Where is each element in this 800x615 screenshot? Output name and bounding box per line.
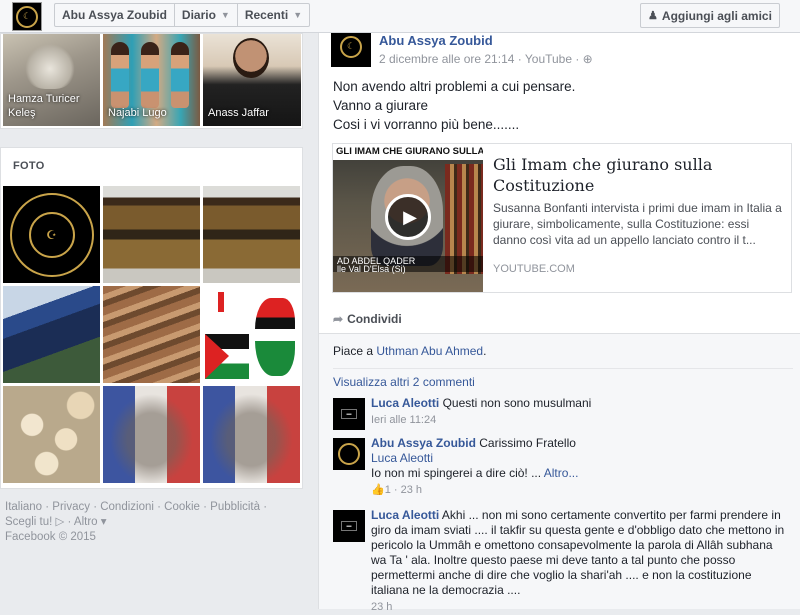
friend-name[interactable]: Hamza Turicer Keleş bbox=[8, 92, 93, 120]
emblem-icon bbox=[338, 443, 360, 465]
friend-photo bbox=[111, 42, 129, 108]
comment-body: Abu Assya Zoubid Carissimo Fratello Luca… bbox=[371, 436, 791, 498]
play-icon[interactable]: ▶ bbox=[385, 194, 431, 240]
chevron-down-icon: ▼ bbox=[220, 10, 230, 20]
avatar-icon: ▬ bbox=[341, 409, 357, 419]
avatar-icon: ▬ bbox=[341, 521, 357, 531]
recent-label: Recenti bbox=[244, 8, 289, 22]
post-text-line: Vanno a giurare bbox=[333, 98, 429, 113]
photo-thumbnail[interactable] bbox=[3, 286, 100, 383]
friend-name[interactable]: Anass Jaffar bbox=[208, 106, 269, 120]
friend-tile[interactable]: Anass Jaffar bbox=[203, 34, 301, 126]
photos-section: FOTO ☪ bbox=[0, 147, 303, 489]
recent-button[interactable]: Recenti ▼ bbox=[238, 4, 309, 26]
map-image bbox=[255, 298, 295, 376]
friend-tile[interactable]: Hamza Turicer Keleş bbox=[3, 34, 100, 126]
profile-name-button[interactable]: Abu Assya Zoubid bbox=[55, 4, 175, 26]
likes-summary: Piace a Uthman Abu Ahmed. bbox=[333, 344, 486, 358]
comment-text: Carissimo Fratello bbox=[479, 436, 576, 450]
photo-thumbnail[interactable] bbox=[203, 286, 300, 383]
flag-triangle bbox=[205, 334, 229, 379]
thumbnail-lower-text: lle Val D'Elsa (Si) bbox=[337, 264, 406, 274]
commenter-avatar[interactable] bbox=[333, 438, 365, 470]
photo-thumbnail[interactable] bbox=[203, 386, 300, 483]
comment-like-count[interactable]: 1 bbox=[385, 484, 391, 496]
likes-suffix: . bbox=[483, 344, 487, 358]
view-more-comments-link[interactable]: Visualizza altri 2 commenti bbox=[333, 375, 475, 389]
link-title[interactable]: Gli Imam che giurano sulla Costituzione bbox=[493, 154, 783, 196]
friend-photo bbox=[141, 42, 159, 108]
comment-timestamp[interactable]: · 23 h bbox=[394, 484, 422, 496]
thumbnail-lower-third: AD ABDEL QADER lle Val D'Elsa (Si) bbox=[333, 256, 483, 274]
profile-name-label: Abu Assya Zoubid bbox=[62, 8, 167, 22]
liker-name-link[interactable]: Uthman Abu Ahmed bbox=[376, 344, 483, 358]
flag-image bbox=[207, 292, 235, 312]
link-preview-card[interactable]: GLI IMAM CHE GIURANO SULLA COSTITU AD AB… bbox=[332, 143, 792, 293]
friend-photo bbox=[25, 44, 75, 89]
commenter-name[interactable]: Luca Aleotti bbox=[371, 396, 439, 410]
friend-photo bbox=[233, 38, 269, 78]
post-text-line: Non avendo altri problemi a cui pensare. bbox=[333, 79, 576, 94]
post-timestamp[interactable]: 2 dicembre alle ore 21:14 · YouTube · ⊕ bbox=[379, 52, 593, 66]
copyright-text: Facebook © 2015 bbox=[5, 531, 96, 543]
thumbs-up-icon[interactable]: 👍 bbox=[371, 484, 385, 496]
likes-prefix: Piace a bbox=[333, 344, 377, 358]
comment-timestamp[interactable]: 23 h bbox=[371, 600, 791, 615]
friend-tile[interactable]: Najabi Lugo bbox=[103, 34, 200, 126]
add-friend-label: Aggiungi agli amici bbox=[661, 8, 772, 23]
commenter-name[interactable]: Abu Assya Zoubid bbox=[371, 436, 476, 450]
commenter-avatar[interactable]: ▬ bbox=[333, 510, 365, 542]
emblem-icon: ☾ bbox=[340, 36, 362, 58]
profile-nav-buttons: Abu Assya Zoubid Diario ▼ Recenti ▼ bbox=[54, 3, 311, 27]
share-icon: ➦ bbox=[333, 312, 344, 326]
commenter-avatar[interactable]: ▬ bbox=[333, 398, 365, 430]
timeline-post: ☾ Abu Assya Zoubid 2 dicembre alle ore 2… bbox=[318, 27, 800, 613]
see-more-link[interactable]: Altro... bbox=[544, 466, 579, 480]
footer-line[interactable]: Scegli tu! ▷ · Altro ▾ bbox=[5, 515, 295, 530]
comment-body: Luca Aleotti Akhi ... non mi sono certam… bbox=[371, 508, 791, 615]
comment-meta: 👍1 · 23 h bbox=[371, 483, 791, 498]
profile-navbar: ☾ Abu Assya Zoubid Diario ▼ Recenti ▼ ♟ Agg… bbox=[0, 0, 800, 33]
photo-thumbnail[interactable]: ☪ bbox=[3, 186, 100, 283]
comment-timestamp[interactable]: Ieri alle 11:24 bbox=[371, 413, 791, 428]
link-source: YOUTUBE.COM bbox=[493, 263, 575, 275]
timeline-label: Diario bbox=[181, 8, 216, 22]
post-author-avatar[interactable]: ☾ bbox=[331, 27, 371, 67]
divider bbox=[333, 368, 793, 369]
photo-thumbnail[interactable] bbox=[103, 186, 200, 283]
emblem-image: ☪ bbox=[9, 192, 94, 277]
post-author-name[interactable]: Abu Assya Zoubid bbox=[379, 33, 493, 48]
share-button[interactable]: ➦ Condividi bbox=[333, 312, 402, 326]
commenter-name[interactable]: Luca Aleotti bbox=[371, 508, 439, 522]
emblem-icon: ☪ bbox=[28, 211, 75, 258]
emblem-icon: ☾ bbox=[16, 5, 38, 28]
video-thumbnail[interactable]: GLI IMAM CHE GIURANO SULLA COSTITU AD AB… bbox=[333, 144, 483, 292]
footer-line[interactable]: Italiano · Privacy · Condizioni · Cookie… bbox=[5, 500, 295, 515]
friends-grid: Hamza Turicer Keleş Najabi Lugo Anass Ja… bbox=[0, 33, 303, 129]
add-friend-button[interactable]: ♟ Aggiungi agli amici bbox=[640, 3, 780, 28]
photo-thumbnail[interactable] bbox=[203, 186, 300, 283]
add-friend-icon: ♟ bbox=[648, 10, 658, 22]
post-text: Non avendo altri problemi a cui pensare.… bbox=[333, 77, 575, 134]
comments-section: Piace a Uthman Abu Ahmed. Visualizza alt… bbox=[319, 333, 800, 613]
friend-photo bbox=[171, 42, 189, 108]
photo-thumbnail[interactable] bbox=[103, 386, 200, 483]
comment-text: Questi non sono musulmani bbox=[442, 396, 592, 410]
mention-link[interactable]: Luca Aleotti bbox=[371, 451, 433, 465]
comment-body: Luca Aleotti Questi non sono musulmani I… bbox=[371, 396, 791, 428]
post-text-line: Cosi i vi vorranno più bene....... bbox=[333, 117, 520, 132]
photo-thumbnail[interactable] bbox=[103, 286, 200, 383]
thumbnail-caption: GLI IMAM CHE GIURANO SULLA COSTITU bbox=[333, 144, 483, 160]
comment-text: Io non mi spingerei a dire ciò! ... bbox=[371, 466, 542, 480]
friend-name[interactable]: Najabi Lugo bbox=[108, 106, 167, 120]
chevron-down-icon: ▼ bbox=[293, 10, 303, 20]
timeline-button[interactable]: Diario ▼ bbox=[175, 4, 238, 26]
footer-links: Italiano · Privacy · Condizioni · Cookie… bbox=[5, 500, 295, 545]
photos-title: FOTO bbox=[13, 160, 45, 172]
share-label: Condividi bbox=[347, 312, 402, 326]
profile-thumbnail[interactable]: ☾ bbox=[12, 2, 42, 31]
photo-thumbnail[interactable] bbox=[3, 386, 100, 483]
link-description: Susanna Bonfanti intervista i primi due … bbox=[493, 201, 782, 247]
